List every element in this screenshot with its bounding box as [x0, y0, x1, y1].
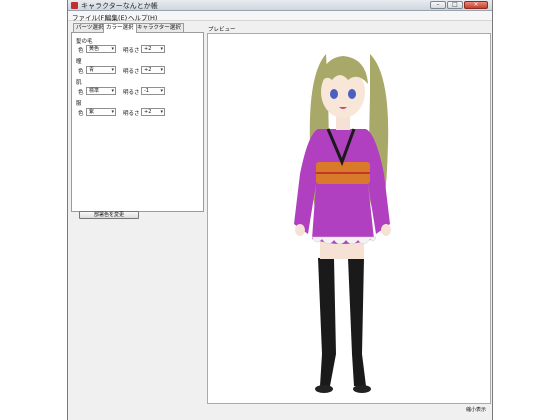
title-bar[interactable]: キャラクターなんとか帳 – □ × — [68, 0, 492, 11]
clothes-section-label: 服 — [76, 101, 82, 107]
clothes-brightness-label: 明るさ — [123, 111, 140, 117]
tab-color[interactable]: カラー選択 — [103, 23, 137, 33]
skin-color-label: 色 — [78, 90, 84, 96]
right-stocking-shape — [348, 258, 366, 386]
menu-help[interactable]: ヘルプ(H) — [128, 12, 157, 22]
app-icon — [71, 2, 78, 9]
color-tab-panel: 髪の毛 色 黄色 ▾ 明るさ +2 ▾ 瞳 色 青 ▾ 明るさ +2 ▾ 肌 色 標準 ▾… — [71, 32, 204, 219]
preview-canvas — [207, 33, 491, 404]
hair-section-label: 髪の毛 — [76, 39, 93, 45]
left-hand-shape — [295, 224, 305, 236]
eye-section-label: 瞳 — [76, 59, 82, 65]
right-eye-shape — [348, 89, 356, 99]
close-button[interactable]: × — [464, 1, 488, 9]
hair-brightness-select[interactable]: +2 ▾ — [141, 45, 165, 53]
character-illustration — [294, 54, 391, 393]
skin-brightness-label: 明るさ — [123, 90, 140, 96]
menu-file[interactable]: ファイル(F) — [72, 12, 107, 22]
app-window: キャラクターなんとか帳 – □ × ファイル(F) 編集(E) ヘルプ(H) パ… — [67, 0, 493, 420]
skin-brightness-select[interactable]: -1 ▾ — [141, 87, 165, 95]
tab-character[interactable]: キャラクター選択 — [134, 23, 184, 32]
left-stocking-shape — [318, 258, 336, 386]
menu-bar: ファイル(F) 編集(E) ヘルプ(H) — [68, 11, 492, 22]
minimize-button[interactable]: – — [430, 1, 446, 9]
eye-color-select[interactable]: 青 ▾ — [86, 66, 116, 74]
window-title: キャラクターなんとか帳 — [81, 2, 158, 10]
menu-edit[interactable]: 編集(E) — [105, 12, 127, 22]
eye-color-label: 色 — [78, 69, 84, 75]
kimono-shape — [294, 129, 390, 244]
apply-color-button[interactable]: 部署色を変更 — [79, 211, 139, 219]
clothes-brightness-select[interactable]: +2 ▾ — [141, 108, 165, 116]
tab-parts[interactable]: パーツ選択 — [73, 23, 107, 32]
neck-shape — [336, 116, 350, 130]
left-shoe-shape — [315, 385, 333, 393]
maximize-button[interactable]: □ — [447, 1, 463, 9]
right-hand-shape — [381, 224, 391, 236]
hair-color-label: 色 — [78, 48, 84, 54]
eye-brightness-select[interactable]: +2 ▾ — [141, 66, 165, 74]
preview-label: プレビュー — [208, 27, 236, 33]
left-eye-shape — [330, 89, 338, 99]
clothes-color-select[interactable]: 紫 ▾ — [86, 108, 116, 116]
skin-section-label: 肌 — [76, 80, 82, 86]
clothes-color-label: 色 — [78, 111, 84, 117]
hair-color-select[interactable]: 黄色 ▾ — [86, 45, 116, 53]
zoom-status[interactable]: 縮小表示 — [466, 406, 486, 413]
eye-brightness-label: 明るさ — [123, 69, 140, 75]
window-bottom-border — [68, 415, 492, 420]
right-shoe-shape — [353, 385, 371, 393]
hair-brightness-label: 明るさ — [123, 48, 140, 54]
settings-panel: パーツ選択 カラー選択 キャラクター選択 髪の毛 色 黄色 ▾ 明るさ +2 ▾ 瞳… — [71, 23, 204, 420]
skin-color-select[interactable]: 標準 ▾ — [86, 87, 116, 95]
